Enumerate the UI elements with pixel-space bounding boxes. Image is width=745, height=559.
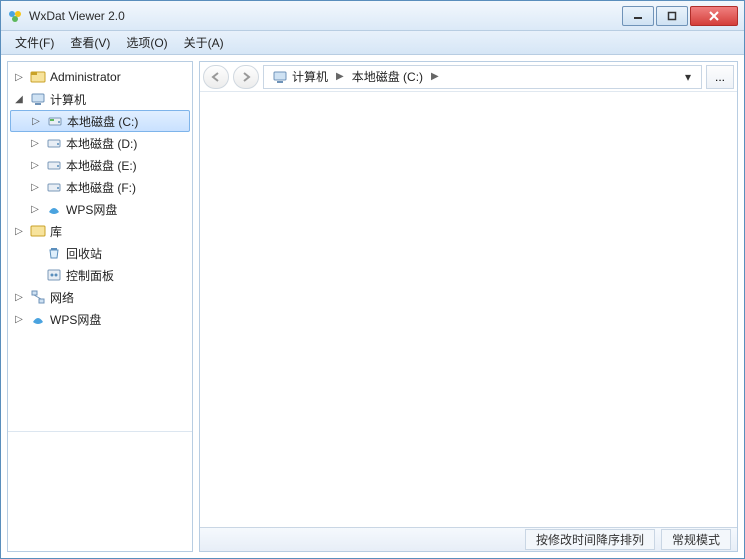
more-button[interactable]: ... bbox=[706, 65, 734, 89]
tree-item[interactable]: ◢ 计算机 bbox=[10, 88, 190, 110]
breadcrumb-dropdown[interactable]: ▾ bbox=[679, 70, 697, 84]
drive-c-icon bbox=[47, 113, 63, 129]
tree-item-label: WPS网盘 bbox=[66, 201, 117, 218]
tree-item-label: 计算机 bbox=[50, 91, 86, 108]
app-icon bbox=[7, 8, 23, 24]
status-mode[interactable]: 常规模式 bbox=[661, 529, 731, 550]
tree-item[interactable]: ▷ WPS网盘 bbox=[10, 308, 190, 330]
tree-item[interactable]: ▷ 本地磁盘 (E:) bbox=[10, 154, 190, 176]
body: ▷ Administrator ◢ 计算机 ▷ 本地磁盘 (C:) ▷ 本地磁盘 (D:) ▷ 本… bbox=[1, 55, 744, 558]
expand-icon[interactable]: ▷ bbox=[28, 160, 42, 171]
arrow-right-icon bbox=[240, 71, 252, 83]
window-title: WxDat Viewer 2.0 bbox=[29, 9, 620, 23]
menubar: 文件(F) 查看(V) 选项(O) 关于(A) bbox=[1, 31, 744, 55]
breadcrumb-separator-icon: ▶ bbox=[427, 71, 443, 82]
tree-item-label: 库 bbox=[50, 223, 62, 240]
tree-item[interactable]: ▷ WPS网盘 bbox=[10, 198, 190, 220]
more-button-label: ... bbox=[715, 70, 725, 84]
expand-icon[interactable]: ▷ bbox=[28, 204, 42, 215]
tree-item-label: 本地磁盘 (E:) bbox=[66, 157, 137, 174]
menu-view[interactable]: 查看(V) bbox=[62, 32, 118, 53]
expand-icon[interactable]: ▷ bbox=[12, 292, 26, 303]
arrow-left-icon bbox=[210, 71, 222, 83]
user-icon bbox=[30, 69, 46, 85]
library-icon bbox=[30, 223, 46, 239]
tree-item-label: 控制面板 bbox=[66, 267, 114, 284]
computer-icon bbox=[30, 91, 46, 107]
tree-item-label: 回收站 bbox=[66, 245, 102, 262]
wps-icon bbox=[30, 311, 46, 327]
nav-back-button[interactable] bbox=[203, 65, 229, 89]
network-icon bbox=[30, 289, 46, 305]
maximize-button[interactable] bbox=[656, 6, 688, 26]
expand-icon[interactable]: ▷ bbox=[12, 314, 26, 325]
folder-tree[interactable]: ▷ Administrator ◢ 计算机 ▷ 本地磁盘 (C:) ▷ 本地磁盘 (D:) ▷ 本… bbox=[8, 62, 192, 431]
expand-icon[interactable]: ▷ bbox=[12, 72, 26, 83]
expand-icon[interactable]: ▷ bbox=[28, 138, 42, 149]
sidebar-bottom-panel bbox=[8, 431, 192, 551]
wps-icon bbox=[46, 201, 62, 217]
close-button[interactable] bbox=[690, 6, 738, 26]
window-controls bbox=[620, 6, 738, 26]
breadcrumb-current-label: 本地磁盘 (C:) bbox=[352, 68, 423, 85]
menu-options[interactable]: 选项(O) bbox=[118, 32, 175, 53]
computer-icon bbox=[272, 69, 288, 85]
tree-item-label: 本地磁盘 (F:) bbox=[66, 179, 136, 196]
address-bar: 计算机 ▶ 本地磁盘 (C:) ▶ ▾ ... bbox=[200, 62, 737, 92]
tree-item[interactable]: ▷ 本地磁盘 (C:) bbox=[10, 110, 190, 132]
app-window: WxDat Viewer 2.0 文件(F) 查看(V) 选项(O) 关于(A)… bbox=[0, 0, 745, 559]
status-sort[interactable]: 按修改时间降序排列 bbox=[525, 529, 655, 550]
breadcrumb-bar[interactable]: 计算机 ▶ 本地磁盘 (C:) ▶ ▾ bbox=[263, 65, 702, 89]
main-panel: 计算机 ▶ 本地磁盘 (C:) ▶ ▾ ... 按修改时间降序排列 常规模式 bbox=[199, 61, 738, 552]
file-list-area[interactable] bbox=[200, 92, 737, 527]
breadcrumb-root-label: 计算机 bbox=[292, 68, 328, 85]
tree-item[interactable]: ▷库 bbox=[10, 220, 190, 242]
expand-icon[interactable]: ▷ bbox=[29, 116, 43, 127]
tree-item-label: 本地磁盘 (C:) bbox=[67, 113, 138, 130]
expand-icon[interactable]: ▷ bbox=[12, 226, 26, 237]
breadcrumb-current[interactable]: 本地磁盘 (C:) bbox=[348, 66, 427, 88]
collapse-icon[interactable]: ◢ bbox=[12, 94, 26, 105]
nav-forward-button[interactable] bbox=[233, 65, 259, 89]
menu-file[interactable]: 文件(F) bbox=[7, 32, 62, 53]
tree-item[interactable]: 回收站 bbox=[10, 242, 190, 264]
tree-item-label: WPS网盘 bbox=[50, 311, 101, 328]
breadcrumb-root[interactable]: 计算机 bbox=[268, 66, 332, 88]
titlebar: WxDat Viewer 2.0 bbox=[1, 1, 744, 31]
tree-item-label: 本地磁盘 (D:) bbox=[66, 135, 137, 152]
drive-icon bbox=[46, 157, 62, 173]
expand-icon[interactable]: ▷ bbox=[28, 182, 42, 193]
tree-item[interactable]: ▷ 网络 bbox=[10, 286, 190, 308]
statusbar: 按修改时间降序排列 常规模式 bbox=[200, 527, 737, 551]
control-icon bbox=[46, 267, 62, 283]
drive-icon bbox=[46, 135, 62, 151]
drive-icon bbox=[46, 179, 62, 195]
tree-item-label: 网络 bbox=[50, 289, 74, 306]
sidebar: ▷ Administrator ◢ 计算机 ▷ 本地磁盘 (C:) ▷ 本地磁盘 (D:) ▷ 本… bbox=[7, 61, 193, 552]
tree-item[interactable]: 控制面板 bbox=[10, 264, 190, 286]
minimize-button[interactable] bbox=[622, 6, 654, 26]
tree-item[interactable]: ▷ 本地磁盘 (F:) bbox=[10, 176, 190, 198]
tree-item[interactable]: ▷ Administrator bbox=[10, 66, 190, 88]
breadcrumb-separator-icon: ▶ bbox=[332, 71, 348, 82]
tree-item[interactable]: ▷ 本地磁盘 (D:) bbox=[10, 132, 190, 154]
recycle-icon bbox=[46, 245, 62, 261]
menu-about[interactable]: 关于(A) bbox=[176, 32, 232, 53]
tree-item-label: Administrator bbox=[50, 70, 121, 84]
